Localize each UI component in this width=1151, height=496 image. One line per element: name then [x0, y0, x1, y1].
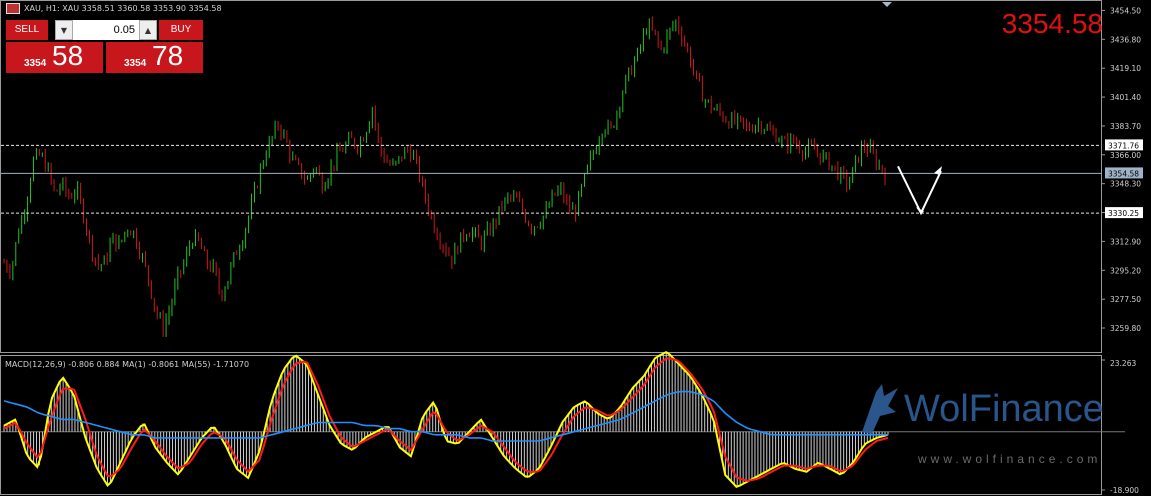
macd-axis-label: -18.900 [1110, 486, 1139, 495]
buy-price-large: 78 [152, 40, 184, 71]
lot-size-value[interactable]: 0.05 [73, 20, 139, 40]
watermark-brand: WolFinance [904, 388, 1104, 430]
lot-decrease-icon[interactable]: ▼ [55, 20, 73, 40]
lot-size-input[interactable]: ▼ 0.05 ▲ [55, 20, 157, 40]
sell-button[interactable]: SELL [6, 20, 48, 40]
wolf-logo-icon [862, 384, 898, 434]
buy-price-button[interactable]: 3354 78 [106, 40, 203, 73]
scroll-marker-icon [882, 2, 892, 7]
buy-button[interactable]: BUY [159, 20, 203, 40]
current-price-display: 3354.58 [1001, 8, 1103, 39]
flag-icon [6, 3, 20, 14]
lot-increase-icon[interactable]: ▲ [139, 20, 157, 40]
watermark: WolFinance www.wolfinance.com [858, 378, 1128, 468]
resistance-level-label: 3371.76 [1108, 141, 1139, 150]
price-axis-label: 3401.40 [1110, 93, 1141, 102]
price-axis-label: 3436.80 [1110, 35, 1141, 44]
price-axis-label: 3366.00 [1110, 151, 1141, 160]
price-axis-label: 3383.70 [1110, 122, 1141, 131]
symbol-info-text: XAU, H1: XAU 3358.51 3360.58 3353.90 335… [24, 4, 222, 13]
sell-price-button[interactable]: 3354 58 [6, 40, 103, 73]
support-level-label: 3330.25 [1108, 209, 1139, 218]
buy-price-small: 3354 [124, 58, 147, 69]
price-axis-label: 3277.50 [1110, 295, 1141, 304]
macd-label: MACD(12,26,9) -0.806 0.884 MA(1) -0.8061… [5, 360, 250, 369]
price-axis-label: 3348.30 [1110, 180, 1141, 189]
price-axis-label: 3454.50 [1110, 6, 1141, 15]
macd-axis-label: 23.263 [1110, 359, 1136, 368]
one-click-trading-panel: SELL ▼ 0.05 ▲ BUY 3354 58 3354 78 [6, 20, 203, 73]
watermark-url: www.wolfinance.com [918, 452, 1102, 466]
price-axis-label: 3295.20 [1110, 266, 1141, 275]
symbol-info: XAU, H1: XAU 3358.51 3360.58 3353.90 335… [6, 3, 222, 14]
current-level-label: 3354.58 [1108, 169, 1139, 178]
sell-price-large: 58 [52, 40, 84, 71]
price-axis-label: 3312.90 [1110, 237, 1141, 246]
price-axis-label: 3259.80 [1110, 324, 1141, 333]
sell-price-small: 3354 [24, 58, 47, 69]
price-axis-label: 3419.10 [1110, 64, 1141, 73]
